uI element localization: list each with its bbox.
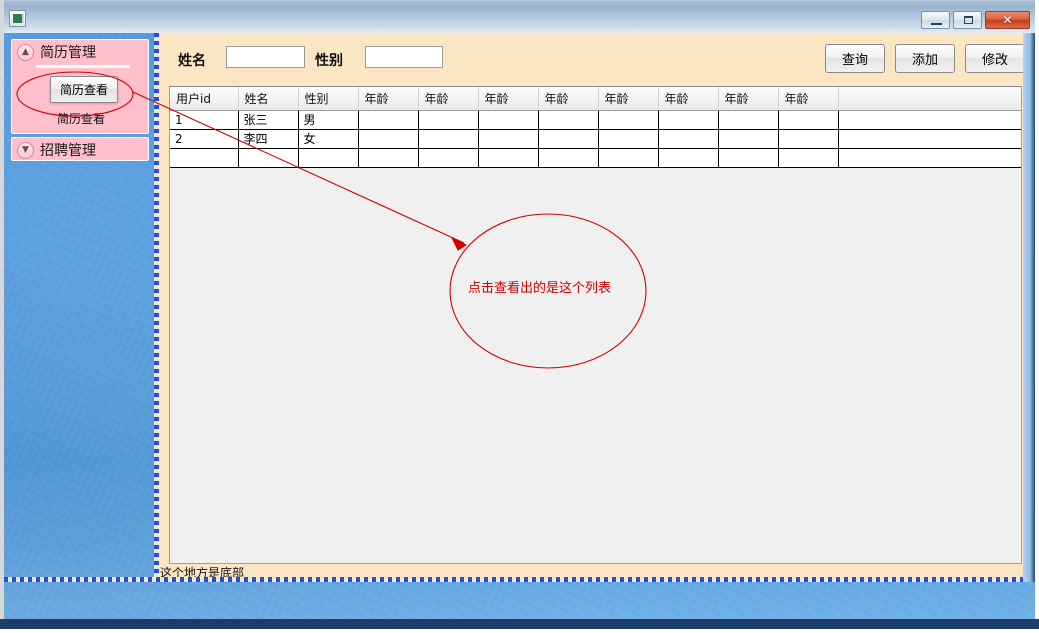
table-cell-filler bbox=[838, 148, 1021, 168]
query-button[interactable]: 查询 bbox=[825, 44, 885, 73]
gender-field-label: 性别 bbox=[315, 53, 343, 69]
maximize-icon bbox=[964, 16, 973, 24]
table-row[interactable] bbox=[170, 148, 1021, 168]
table-cell-filler bbox=[838, 129, 1021, 149]
table-cell-age4[interactable] bbox=[538, 148, 599, 168]
table-cell-age7[interactable] bbox=[718, 109, 779, 130]
table-cell-age4[interactable] bbox=[538, 129, 599, 149]
data-grid-column-header-age7[interactable]: 年龄 bbox=[718, 87, 779, 111]
data-grid-column-header-age1[interactable]: 年龄 bbox=[358, 87, 419, 111]
table-cell-age6[interactable] bbox=[658, 129, 719, 149]
table-cell-age2[interactable] bbox=[418, 148, 479, 168]
content-panel: 姓名 性别 查询 添加 修改 用户id 姓名 性别 年龄 年龄 年龄 年龄 年龄 年龄 年龄 年龄 … bbox=[157, 33, 1035, 582]
data-grid-column-header-name[interactable]: 姓名 bbox=[238, 87, 299, 111]
title-bar: ✕ bbox=[4, 0, 1035, 33]
add-button[interactable]: 添加 bbox=[895, 44, 955, 73]
sidebar-panel-recruit-management[interactable]: ▼ 招聘管理 bbox=[11, 137, 149, 161]
table-row[interactable]: 1 张三男 bbox=[170, 109, 1021, 130]
window-right-edge bbox=[1023, 33, 1035, 582]
close-icon: ✕ bbox=[1002, 13, 1013, 27]
data-grid-column-header-filler bbox=[838, 87, 1021, 111]
table-cell-age1[interactable] bbox=[358, 129, 419, 149]
table-cell-age1[interactable] bbox=[358, 148, 419, 168]
table-cell-name[interactable]: 张三 bbox=[238, 109, 299, 130]
table-cell-age5[interactable] bbox=[598, 129, 659, 149]
data-grid-header: 用户id 姓名 性别 年龄 年龄 年龄 年龄 年龄 年龄 年龄 年龄 bbox=[170, 87, 1021, 111]
minimize-button[interactable] bbox=[921, 11, 950, 29]
table-cell-gender[interactable] bbox=[298, 148, 359, 168]
table-cell-age6[interactable] bbox=[658, 148, 719, 168]
resume-view-caption: 简历查看 bbox=[56, 112, 105, 126]
table-cell-age3[interactable] bbox=[478, 148, 539, 168]
desktop-backdrop-bottom bbox=[0, 619, 1039, 629]
table-cell-age3[interactable] bbox=[478, 129, 539, 149]
sidebar-panel-resume-title: 简历管理 bbox=[40, 45, 96, 61]
table-cell-age7[interactable] bbox=[718, 148, 779, 168]
table-cell-age5[interactable] bbox=[598, 148, 659, 168]
search-toolbar: 姓名 性别 查询 添加 修改 bbox=[157, 33, 1035, 86]
window-controls: ✕ bbox=[921, 11, 1030, 29]
table-cell-age8[interactable] bbox=[778, 148, 839, 168]
chevron-down-icon: ▼ bbox=[17, 141, 34, 159]
name-field-label: 姓名 bbox=[178, 53, 206, 69]
table-cell-age7[interactable] bbox=[718, 129, 779, 149]
table-cell-age8[interactable] bbox=[778, 109, 839, 130]
table-cell-name[interactable] bbox=[238, 148, 299, 168]
data-grid-column-header-gender[interactable]: 性别 bbox=[298, 87, 359, 111]
table-cell-age3[interactable] bbox=[478, 109, 539, 130]
table-cell-age2[interactable] bbox=[418, 129, 479, 149]
table-cell-userid[interactable]: 2 bbox=[170, 129, 239, 149]
table-cell-filler bbox=[838, 109, 1021, 130]
data-grid-column-header-age3[interactable]: 年龄 bbox=[478, 87, 539, 111]
data-grid-column-header-age6[interactable]: 年龄 bbox=[658, 87, 719, 111]
close-button[interactable]: ✕ bbox=[985, 11, 1030, 29]
table-cell-gender[interactable]: 男 bbox=[298, 109, 359, 130]
table-cell-gender[interactable]: 女 bbox=[298, 129, 359, 149]
table-cell-age4[interactable] bbox=[538, 109, 599, 130]
client-area: ▲ 简历管理 简历查看 简历查看 ▼ 招聘管理 姓名 性别 查询 添加 修改 用… bbox=[4, 33, 1035, 619]
table-cell-age5[interactable] bbox=[598, 109, 659, 130]
splitter-horizontal[interactable] bbox=[4, 577, 1035, 582]
maximize-button[interactable] bbox=[953, 11, 982, 29]
minimize-icon bbox=[931, 23, 942, 25]
application-window: ✕ ▲ 简历管理 简历查看 简历查看 ▼ 招聘管理 姓名 性别 查询 添加 修改… bbox=[0, 0, 1039, 629]
edit-button[interactable]: 修改 bbox=[965, 44, 1025, 73]
sidebar: ▲ 简历管理 简历查看 简历查看 ▼ 招聘管理 bbox=[8, 35, 153, 611]
data-grid: 用户id 姓名 性别 年龄 年龄 年龄 年龄 年龄 年龄 年龄 年龄 1 张三男 2 李四女 bbox=[170, 87, 1021, 168]
resume-view-button[interactable]: 简历查看 bbox=[50, 76, 118, 103]
table-cell-name[interactable]: 李四 bbox=[238, 129, 299, 149]
data-grid-column-header-age8[interactable]: 年龄 bbox=[778, 87, 839, 111]
sidebar-panel-resume-management[interactable]: ▲ 简历管理 简历查看 简历查看 bbox=[11, 39, 149, 134]
table-cell-age2[interactable] bbox=[418, 109, 479, 130]
sidebar-panel-recruit-header[interactable]: ▼ 招聘管理 bbox=[12, 138, 148, 162]
table-cell-userid[interactable]: 1 bbox=[170, 109, 239, 130]
chevron-up-icon: ▲ bbox=[17, 43, 34, 61]
gender-input[interactable] bbox=[365, 46, 443, 68]
window-app-icon bbox=[9, 10, 26, 27]
table-cell-age1[interactable] bbox=[358, 109, 419, 130]
data-grid-container[interactable]: 用户id 姓名 性别 年龄 年龄 年龄 年龄 年龄 年龄 年龄 年龄 1 张三男 2 李四女 bbox=[169, 86, 1022, 564]
data-grid-column-header-age5[interactable]: 年龄 bbox=[598, 87, 659, 111]
sidebar-panel-separator bbox=[36, 65, 130, 68]
splitter-vertical[interactable] bbox=[154, 33, 159, 577]
table-cell-userid[interactable] bbox=[170, 148, 239, 168]
data-grid-column-header-age4[interactable]: 年龄 bbox=[538, 87, 599, 111]
data-grid-column-header-age2[interactable]: 年龄 bbox=[418, 87, 479, 111]
table-row[interactable]: 2 李四女 bbox=[170, 129, 1021, 149]
sidebar-panel-resume-header[interactable]: ▲ 简历管理 bbox=[12, 40, 148, 64]
sidebar-panel-recruit-title: 招聘管理 bbox=[40, 143, 96, 159]
name-input[interactable] bbox=[226, 46, 305, 68]
data-grid-body: 1 张三男 2 李四女 bbox=[170, 109, 1021, 168]
table-cell-age8[interactable] bbox=[778, 129, 839, 149]
data-grid-column-header-userid[interactable]: 用户id bbox=[170, 87, 239, 111]
table-cell-age6[interactable] bbox=[658, 109, 719, 130]
data-grid-header-row: 用户id 姓名 性别 年龄 年龄 年龄 年龄 年龄 年龄 年龄 年龄 bbox=[170, 87, 1021, 111]
